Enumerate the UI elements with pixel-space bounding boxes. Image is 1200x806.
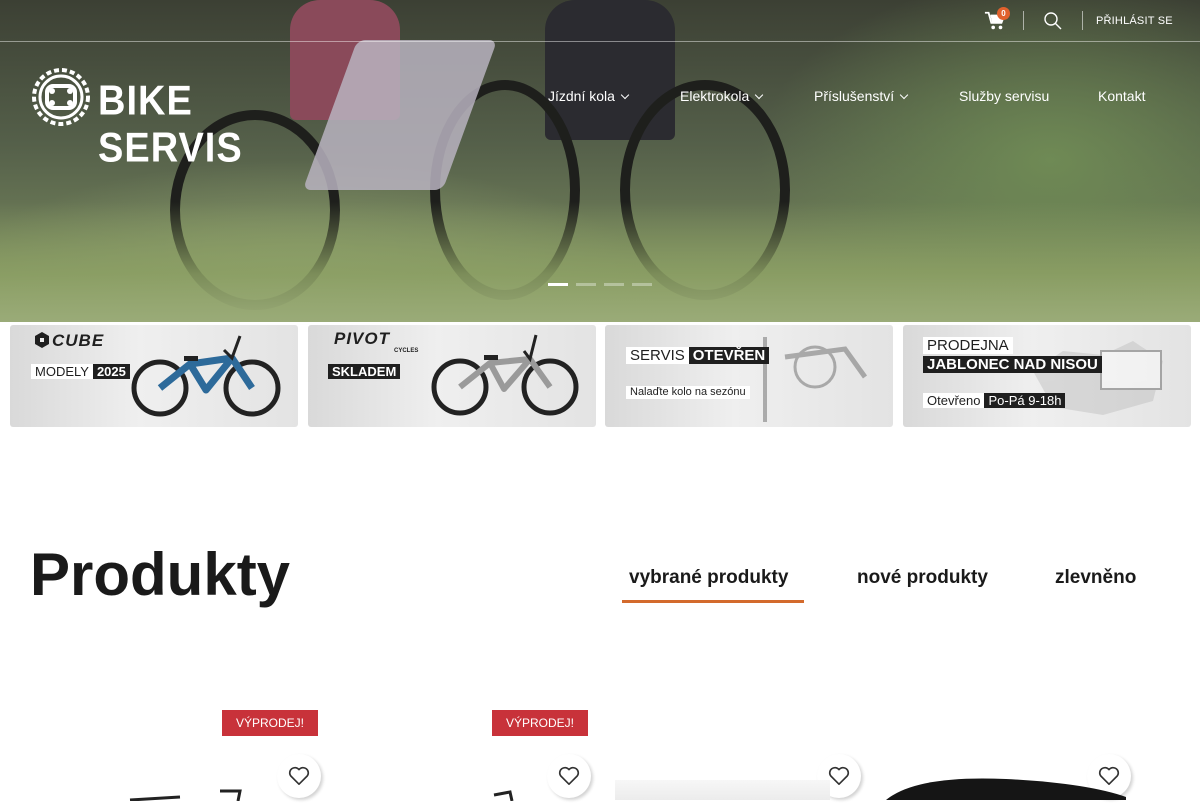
nav-item-elektrokola[interactable]: Elektrokola	[680, 88, 764, 104]
promo-title: PRODEJNA JABLONEC NAD NISOU	[923, 336, 1173, 374]
slider-dot[interactable]	[548, 283, 568, 286]
promo-title-dark: OTEVŘEN	[688, 347, 770, 364]
nav-item-label: Služby servisu	[959, 88, 1050, 104]
promo-card-servis[interactable]: SERVIS OTEVŘEN Nalaďte kolo na sezónu	[605, 325, 893, 427]
nav-item-label: Kontakt	[1098, 88, 1146, 104]
logo-text: BIKE SERVIS	[98, 78, 243, 172]
promo-label: MODELY 2025	[31, 363, 130, 381]
slider-dot[interactable]	[576, 283, 596, 286]
product-image	[480, 788, 540, 802]
nav-item-label: Jízdní kola	[548, 88, 615, 104]
login-link[interactable]: PŘIHLÁSIT SE	[1096, 15, 1173, 27]
divider	[1023, 11, 1024, 30]
divider	[1082, 11, 1083, 30]
sale-badge: VÝPRODEJ!	[222, 710, 318, 736]
nav-item-kontakt[interactable]: Kontakt	[1098, 88, 1145, 104]
promo-label: SKLADEM	[328, 363, 401, 381]
promo-card-cube[interactable]: CUBE MODELY 2025	[10, 325, 298, 427]
active-tab-indicator	[622, 600, 804, 603]
cart-count-badge: 0	[997, 7, 1010, 20]
product-image	[615, 780, 830, 800]
slider-pagination	[548, 283, 652, 286]
promo-label-dark: 2025	[92, 364, 130, 379]
favorite-button[interactable]	[277, 754, 321, 798]
pivot-brand-text: PIVOT	[334, 329, 391, 348]
promo-title-light: SERVIS	[626, 347, 689, 364]
bike-chain-logo-icon	[32, 68, 90, 126]
product-image	[120, 788, 260, 802]
nav-item-label: Elektrokola	[680, 88, 750, 104]
promo-label-dark: SKLADEM	[328, 364, 401, 379]
heart-icon	[828, 766, 850, 785]
chevron-down-icon	[899, 90, 909, 99]
chevron-down-icon	[620, 90, 630, 99]
hero-slider: 0 PŘIHLÁSIT SE BIKE SERVIS Jízdní kola E…	[0, 0, 1200, 322]
promo-title: SERVIS OTEVŘEN	[626, 347, 770, 365]
search-icon[interactable]	[1043, 11, 1063, 31]
nav-item-prislusenstvi[interactable]: Příslušenství	[814, 88, 909, 104]
promo-subtitle: Nalaďte kolo na sezónu	[626, 382, 750, 400]
mtb-image	[431, 334, 579, 416]
promo-card-pivot[interactable]: PIVOT CYCLES SKLADEM	[308, 325, 596, 427]
promo-subtitle-text: Nalaďte kolo na sezónu	[626, 386, 750, 399]
tab-vybrane-produkty[interactable]: vybrané produkty	[629, 567, 788, 589]
nav-item-jizdni-kola[interactable]: Jízdní kola	[548, 88, 630, 104]
slider-dot[interactable]	[604, 283, 624, 286]
chevron-down-icon	[755, 90, 764, 99]
product-image	[886, 775, 1126, 800]
top-bar: 0 PŘIHLÁSIT SE	[0, 0, 1200, 42]
section-title: Produkty	[30, 541, 291, 608]
repair-stand-image	[763, 337, 868, 422]
promo-title-light: PRODEJNA	[923, 337, 1013, 354]
promo-card-prodejna[interactable]: PRODEJNA JABLONEC NAD NISOU Otevřeno Po-Pá…	[903, 325, 1191, 427]
heart-icon	[288, 766, 310, 785]
logo[interactable]: BIKE SERVIS	[30, 66, 305, 172]
pivot-brand-sub: CYCLES	[394, 348, 419, 354]
promo-hours: Otevřeno Po-Pá 9-18h	[923, 392, 1066, 410]
heart-icon	[558, 766, 580, 785]
tab-zlevneno[interactable]: zlevněno	[1055, 567, 1136, 589]
favorite-button[interactable]	[547, 754, 591, 798]
tab-nove-produkty[interactable]: nové produkty	[857, 567, 988, 589]
ebike-image	[131, 335, 281, 417]
nav-item-sluzby-servisu[interactable]: Služby servisu	[959, 88, 1049, 104]
promo-label-light: MODELY	[31, 364, 93, 379]
hero-grass	[0, 202, 1200, 322]
promo-title-dark: JABLONEC NAD NISOU	[923, 356, 1102, 373]
sale-badge: VÝPRODEJ!	[492, 710, 588, 736]
nav-item-label: Příslušenství	[814, 88, 895, 104]
promo-hours-light: Otevřeno	[923, 393, 985, 408]
promo-hours-dark: Po-Pá 9-18h	[984, 393, 1066, 408]
cube-brand-text: CUBE	[52, 331, 105, 350]
slider-dot[interactable]	[632, 283, 652, 286]
